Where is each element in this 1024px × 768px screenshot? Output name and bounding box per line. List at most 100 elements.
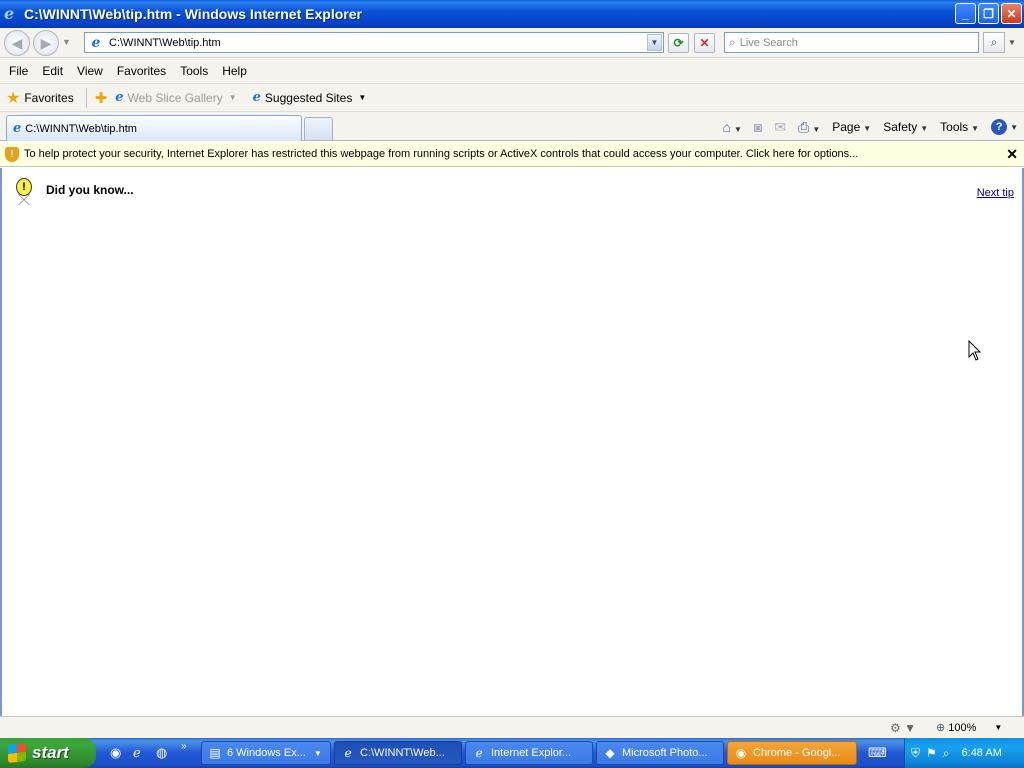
tab-tip-htm[interactable]: e C:\WINNT\Web\tip.htm [6,115,302,141]
suggested-sites-link[interactable]: e Suggested Sites ▼ [253,90,367,105]
minimize-button[interactable]: _ [955,3,976,24]
taskbar: start ◉ ℯ ◍ » ▤ 6 Windows Ex... ▼ ℯ C:\W… [0,738,1024,768]
menu-view[interactable]: View [77,64,103,78]
back-button[interactable]: ◀ [4,30,30,56]
zoom-control[interactable]: ⊕ 100% ▼ [936,721,1003,735]
close-button[interactable]: ✕ [1001,3,1022,24]
ie-icon: e [115,90,124,105]
stop-button[interactable]: ✕ [694,33,715,53]
security-shield-icon[interactable]: ⛨ [911,746,920,761]
chrome-icon: ◉ [735,746,747,760]
safety-menu-button[interactable]: Safety ▼ [883,120,928,134]
forward-arrow-icon: ▶ [40,34,52,51]
search-input[interactable]: ⌕ Live Search [724,32,979,53]
protected-mode-icon[interactable]: ⚙ ▼ [890,721,916,735]
zoom-level: 100% [948,721,977,734]
task-windows-explorer[interactable]: ▤ 6 Windows Ex... ▼ [201,741,331,765]
ie-icon: e [252,90,261,105]
address-field[interactable]: e C:\WINNT\Web\tip.htm ▼ [84,32,664,53]
folder-icon: ▤ [209,746,221,760]
firefox-quicklaunch-icon[interactable]: ◍ [156,745,167,761]
information-bar[interactable]: ! To help protect your security, Interne… [0,142,1024,167]
tab-row: e C:\WINNT\Web\tip.htm ⌂ ▼ ◙ ✉ ⎙ ▼ Page ▼ S… [0,112,1024,141]
chevron-down-icon: ▼ [358,93,367,102]
chevron-down-icon: ▼ [863,124,872,133]
task-tip-htm[interactable]: ℯ C:\WINNT\Web... [334,741,462,765]
address-dropdown-button[interactable]: ▼ [647,34,662,51]
menu-help[interactable]: Help [222,64,247,78]
safety-menu-label: Safety [883,120,918,134]
mouse-cursor-icon [968,340,982,361]
chevron-down-icon: ▼ [228,93,237,102]
tip-heading: Did you know... [46,183,134,197]
ie-logo-icon: e [4,4,15,23]
task-label: 6 Windows Ex... [227,747,306,759]
search-options-dropdown[interactable]: ▼ [1006,32,1018,53]
menu-file[interactable]: File [9,64,28,78]
keyboard-icon[interactable]: ⌨ [868,745,887,761]
shield-warning-icon: ! [5,146,19,162]
search-button[interactable]: ⌕ [983,32,1005,53]
task-microsoft-photo[interactable]: ◆ Microsoft Photo... [596,741,724,765]
command-bar: ⌂ ▼ ◙ ✉ ⎙ ▼ Page ▼ Safety ▼ Tools ▼ ? ▼ [723,116,1018,138]
window-controls: _ ❐ ✕ [955,3,1022,24]
print-button[interactable]: ⎙ ▼ [798,119,820,136]
chrome-quicklaunch-icon[interactable]: ◉ [110,745,121,761]
photo-icon: ◆ [605,746,615,760]
network-icon[interactable]: ⚑ [926,746,937,760]
tools-menu-label: Tools [940,120,969,134]
menu-edit[interactable]: Edit [42,64,63,78]
read-mail-icon[interactable]: ✉ [774,119,786,136]
back-arrow-icon: ◀ [11,34,23,51]
window-titlebar[interactable]: e C:\WINNT\Web\tip.htm - Windows Interne… [0,0,1024,28]
ie-quicklaunch-icon[interactable]: ℯ [133,745,141,761]
chevron-down-icon: ▼ [313,748,322,758]
next-tip-link[interactable]: Next tip [977,187,1014,199]
page-menu-button[interactable]: Page ▼ [832,120,871,134]
ie-icon: ℯ [475,746,483,760]
window-title: C:\WINNT\Web\tip.htm - Windows Internet … [24,6,362,22]
search-icon: ⌕ [990,35,998,49]
information-bar-message[interactable]: To help protect your security, Internet … [24,148,858,160]
favorites-button[interactable]: ★ Favorites [6,87,87,108]
web-slice-gallery-label: Web Slice Gallery [127,90,223,105]
search-tray-icon[interactable]: ⌕ [943,746,950,761]
chevron-down-icon: ▼ [994,723,1003,732]
help-button[interactable]: ? ▼ [991,119,1018,135]
refresh-icon: ⟳ [673,36,684,50]
menu-favorites[interactable]: Favorites [117,64,166,78]
lightbulb-icon: ! [12,178,36,206]
new-tab-button[interactable] [304,117,333,140]
stop-icon: ✕ [699,36,710,50]
start-button[interactable]: start [0,738,96,768]
favorites-bar: ★ Favorites ✚ e Web Slice Gallery ▼ e Su… [0,84,1024,112]
close-infobar-icon[interactable]: ✕ [1006,146,1018,163]
feeds-icon[interactable]: ◙ [754,119,762,135]
task-internet-explorer[interactable]: ℯ Internet Explor... [465,741,593,765]
recent-pages-dropdown[interactable]: ▼ [62,37,71,47]
task-chrome[interactable]: ◉ Chrome - Googl... [727,741,857,765]
page-menu-label: Page [832,120,861,134]
chevron-down-icon: ▼ [733,125,742,134]
menu-tools[interactable]: Tools [180,64,208,78]
home-button[interactable]: ⌂ ▼ [723,119,742,135]
star-icon: ★ [6,89,21,107]
system-tray: ⛨ ⚑ ⌕ 6:48 AM [904,738,1024,768]
task-label: Chrome - Googl... [753,747,841,759]
chevron-down-icon: ▼ [812,124,821,134]
home-icon: ⌂ [722,119,731,135]
status-bar: ⚙ ▼ ⊕ 100% ▼ [0,716,1024,738]
tools-menu-button[interactable]: Tools ▼ [940,120,979,134]
suggested-sites-label: Suggested Sites [264,90,353,105]
restore-button[interactable]: ❐ [978,3,999,24]
task-label: Microsoft Photo... [622,747,708,759]
forward-button[interactable]: ▶ [33,30,59,56]
page-content: ! Did you know... Next tip [0,168,1024,716]
clock[interactable]: 6:48 AM [962,747,1002,759]
quicklaunch-overflow-icon[interactable]: » [181,741,187,752]
web-slice-gallery-link[interactable]: e Web Slice Gallery ▼ [115,90,236,105]
refresh-button[interactable]: ⟳ [668,33,689,53]
address-url[interactable]: C:\WINNT\Web\tip.htm [109,37,221,49]
menu-bar: File Edit View Favorites Tools Help [0,58,1024,84]
add-to-favorites-bar-icon[interactable]: ✚ [95,89,108,107]
